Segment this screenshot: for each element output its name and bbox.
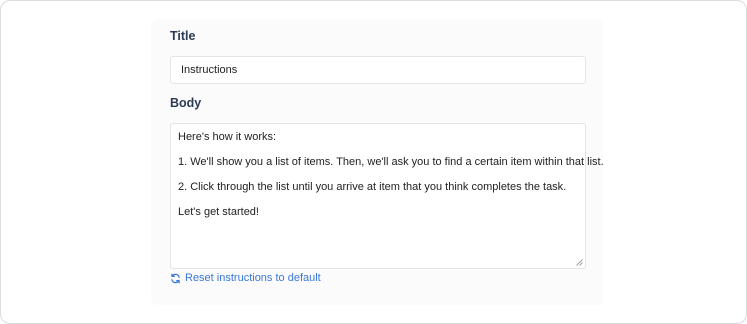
body-label: Body — [170, 96, 202, 110]
instructions-editor-panel: Title Body Here's how it works: 1. We'll… — [151, 19, 604, 305]
body-paragraph: 1. We'll show you a list of items. Then,… — [178, 156, 604, 168]
window-frame: Title Body Here's how it works: 1. We'll… — [0, 0, 747, 324]
body-paragraph: Here's how it works: — [178, 131, 277, 143]
resize-handle-icon[interactable] — [576, 259, 583, 266]
body-textarea[interactable]: Here's how it works: 1. We'll show you a… — [170, 123, 604, 269]
title-label: Title — [170, 29, 196, 43]
reset-instructions-link[interactable]: Reset instructions to default — [170, 272, 321, 284]
reset-instructions-label: Reset instructions to default — [185, 272, 321, 284]
body-paragraph: Let's get started! — [178, 206, 259, 218]
refresh-icon — [171, 273, 180, 283]
title-input[interactable] — [170, 56, 586, 84]
body-paragraph: 2. Click through the list until you arri… — [178, 181, 567, 193]
